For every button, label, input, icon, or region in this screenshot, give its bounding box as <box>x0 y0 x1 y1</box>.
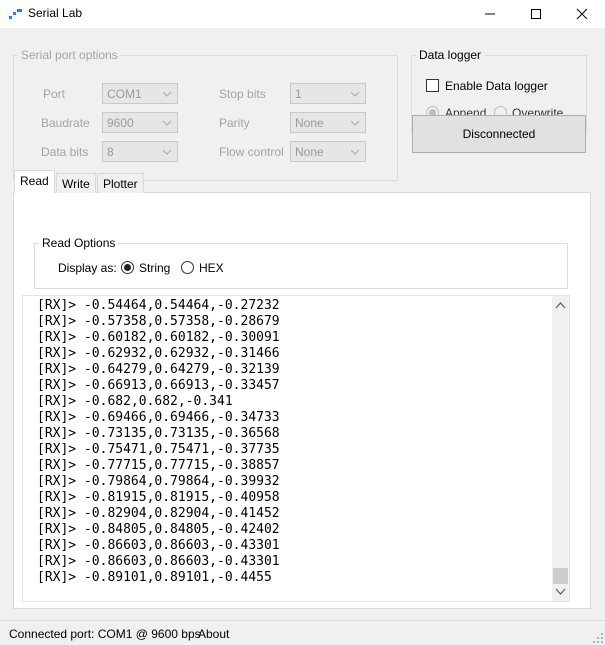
parity-value: None <box>295 116 324 130</box>
minimize-icon <box>485 13 495 15</box>
scroll-up-icon[interactable] <box>555 300 566 311</box>
flow-control-select[interactable]: None <box>290 141 366 162</box>
parity-select[interactable]: None <box>290 112 366 133</box>
connection-toggle-button[interactable]: Disconnected <box>412 115 586 153</box>
flow-control-value: None <box>295 145 324 159</box>
baudrate-value: 9600 <box>107 116 134 130</box>
scroll-down-icon[interactable] <box>555 586 566 597</box>
close-icon <box>576 8 588 20</box>
chevron-down-icon <box>163 120 171 126</box>
log-line: [RX]> -0.86603,0.86603,-0.43301 <box>37 538 280 553</box>
log-line: [RX]> -0.89101,0.89101,-0.4455 <box>37 570 272 585</box>
chevron-down-icon <box>351 120 359 126</box>
stop-bits-value: 1 <box>295 87 302 101</box>
connection-button-label: Disconnected <box>462 127 536 141</box>
data-bits-select[interactable]: 8 <box>102 141 178 162</box>
log-line: [RX]> -0.75471,0.75471,-0.37735 <box>37 442 280 457</box>
resize-grip-icon[interactable] <box>593 633 603 643</box>
log-line: [RX]> -0.66913,0.66913,-0.33457 <box>37 378 280 393</box>
serial-port-options-title: Serial port options <box>21 48 118 62</box>
scroll-thumb[interactable] <box>553 568 568 584</box>
string-radio[interactable] <box>121 261 134 274</box>
log-line: [RX]> -0.84805,0.84805,-0.42402 <box>37 522 280 537</box>
log-line: [RX]> -0.77715,0.77715,-0.38857 <box>37 458 280 473</box>
log-line: [RX]> -0.79864,0.79864,-0.39932 <box>37 474 280 489</box>
hex-radio[interactable] <box>181 261 194 274</box>
window-title: Serial Lab <box>28 6 83 20</box>
tab-read[interactable]: Read <box>14 170 55 193</box>
minimize-button[interactable] <box>467 0 513 28</box>
about-link[interactable]: About <box>198 627 229 641</box>
log-line: [RX]> -0.682,0.682,-0.341 <box>37 394 233 409</box>
log-line: [RX]> -0.86603,0.86603,-0.43301 <box>37 554 280 569</box>
log-line: [RX]> -0.57358,0.57358,-0.28679 <box>37 314 280 329</box>
log-line: [RX]> -0.81915,0.81915,-0.40958 <box>37 490 280 505</box>
app-logo-icon <box>9 8 23 20</box>
log-lines: [RX]> -0.54464,0.54464,-0.27232 [RX]> -0.… <box>37 298 280 586</box>
log-line: [RX]> -0.60182,0.60182,-0.30091 <box>37 330 280 345</box>
log-line: [RX]> -0.69466,0.69466,-0.34733 <box>37 410 280 425</box>
enable-data-logger-label: Enable Data logger <box>445 79 548 93</box>
close-button[interactable] <box>559 0 605 28</box>
title-bar: Serial Lab <box>0 0 605 28</box>
tab-plotter-label: Plotter <box>103 177 138 191</box>
log-line: [RX]> -0.54464,0.54464,-0.27232 <box>37 298 280 313</box>
chevron-down-icon <box>351 149 359 155</box>
baudrate-label: Baudrate <box>41 116 90 130</box>
log-line: [RX]> -0.73135,0.73135,-0.36568 <box>37 426 280 441</box>
display-as-label: Display as: <box>58 261 117 275</box>
string-label: String <box>139 261 171 275</box>
chevron-down-icon <box>351 91 359 97</box>
tab-write-label: Write <box>62 177 90 191</box>
maximize-icon <box>531 9 541 19</box>
data-bits-value: 8 <box>107 145 114 159</box>
port-select[interactable]: COM1 <box>102 83 178 104</box>
flow-control-label: Flow control <box>219 145 284 159</box>
chevron-down-icon <box>163 91 171 97</box>
maximize-button[interactable] <box>513 0 559 28</box>
receive-log[interactable]: [RX]> -0.54464,0.54464,-0.27232 [RX]> -0.… <box>22 295 570 602</box>
stop-bits-select[interactable]: 1 <box>290 83 366 104</box>
read-options-title: Read Options <box>42 236 116 250</box>
log-scrollbar[interactable] <box>552 296 569 601</box>
connection-status-text: Connected port: COM1 @ 9600 bps <box>9 627 201 641</box>
tab-plotter[interactable]: Plotter <box>97 173 144 193</box>
chevron-down-icon <box>163 149 171 155</box>
log-line: [RX]> -0.62932,0.62932,-0.31466 <box>37 346 280 361</box>
port-value: COM1 <box>107 87 142 101</box>
data-logger-title: Data logger <box>419 48 482 62</box>
status-bar: Connected port: COM1 @ 9600 bps About <box>0 620 605 645</box>
baudrate-select[interactable]: 9600 <box>102 112 178 133</box>
enable-data-logger-checkbox[interactable] <box>426 79 439 92</box>
hex-label: HEX <box>199 261 224 275</box>
tab-read-label: Read <box>20 174 49 188</box>
stop-bits-label: Stop bits <box>219 87 266 101</box>
log-line: [RX]> -0.64279,0.64279,-0.32139 <box>37 362 280 377</box>
port-label: Port <box>43 87 66 101</box>
log-line: [RX]> -0.82904,0.82904,-0.41452 <box>37 506 280 521</box>
tab-write[interactable]: Write <box>56 173 96 193</box>
data-bits-label: Data bits <box>41 145 89 159</box>
parity-label: Parity <box>219 116 250 130</box>
